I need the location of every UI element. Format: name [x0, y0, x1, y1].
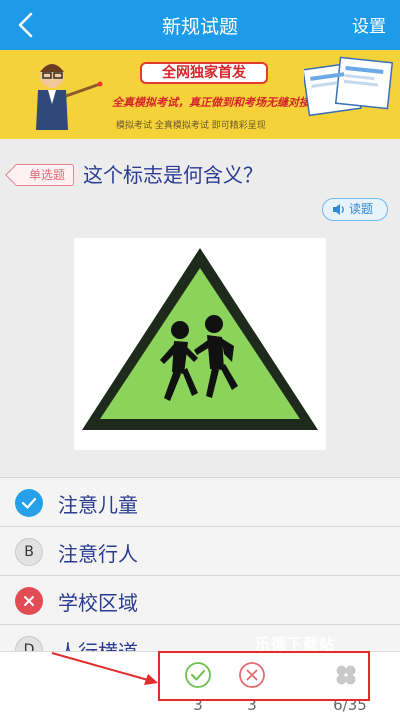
- teacher-illustration: [36, 64, 103, 130]
- page-title: 新规试题: [161, 16, 238, 38]
- annotation-arrow-icon: [51, 652, 158, 685]
- option-a-text: 注意儿童: [58, 493, 138, 517]
- cross-icon: [15, 587, 43, 615]
- banner-tagline: 全真模拟考试，真正做到和考场无缝对接: [112, 96, 310, 109]
- promo-banner[interactable]: 全网独家首发 全真模拟考试，真正做到和考场无缝对接 模拟考试 全真模拟考试 即可…: [0, 50, 400, 139]
- option-a[interactable]: 注意儿童: [0, 477, 400, 526]
- banner-subline: 模拟考试 全真模拟考试 即可精彩呈现: [116, 121, 266, 131]
- check-icon: [15, 489, 43, 517]
- speaker-icon: [333, 204, 344, 215]
- question-text: 这个标志是何含义？: [83, 163, 263, 187]
- question-type-badge: 单选题: [14, 164, 75, 186]
- sign-image-frame: [74, 238, 326, 450]
- option-c[interactable]: 学校区域: [0, 575, 400, 624]
- option-b-letter: B: [15, 538, 43, 566]
- annotation-highlight-box: [158, 651, 370, 701]
- option-b[interactable]: B 注意行人: [0, 526, 400, 575]
- option-b-text: 注意行人: [58, 542, 138, 566]
- banner-headline: 全网独家首发: [140, 62, 268, 84]
- app-screenshots-image: [304, 56, 394, 117]
- read-question-label: 读题: [349, 202, 374, 216]
- read-question-button[interactable]: 读题: [322, 198, 388, 221]
- settings-button[interactable]: 设置: [352, 12, 386, 37]
- title-bar: 新规试题 设置: [0, 0, 400, 50]
- children-warning-sign-image: [82, 248, 318, 430]
- answer-options: 注意儿童 B 注意行人 学校区域 D 人行横道: [0, 477, 400, 673]
- option-c-text: 学校区域: [58, 591, 138, 615]
